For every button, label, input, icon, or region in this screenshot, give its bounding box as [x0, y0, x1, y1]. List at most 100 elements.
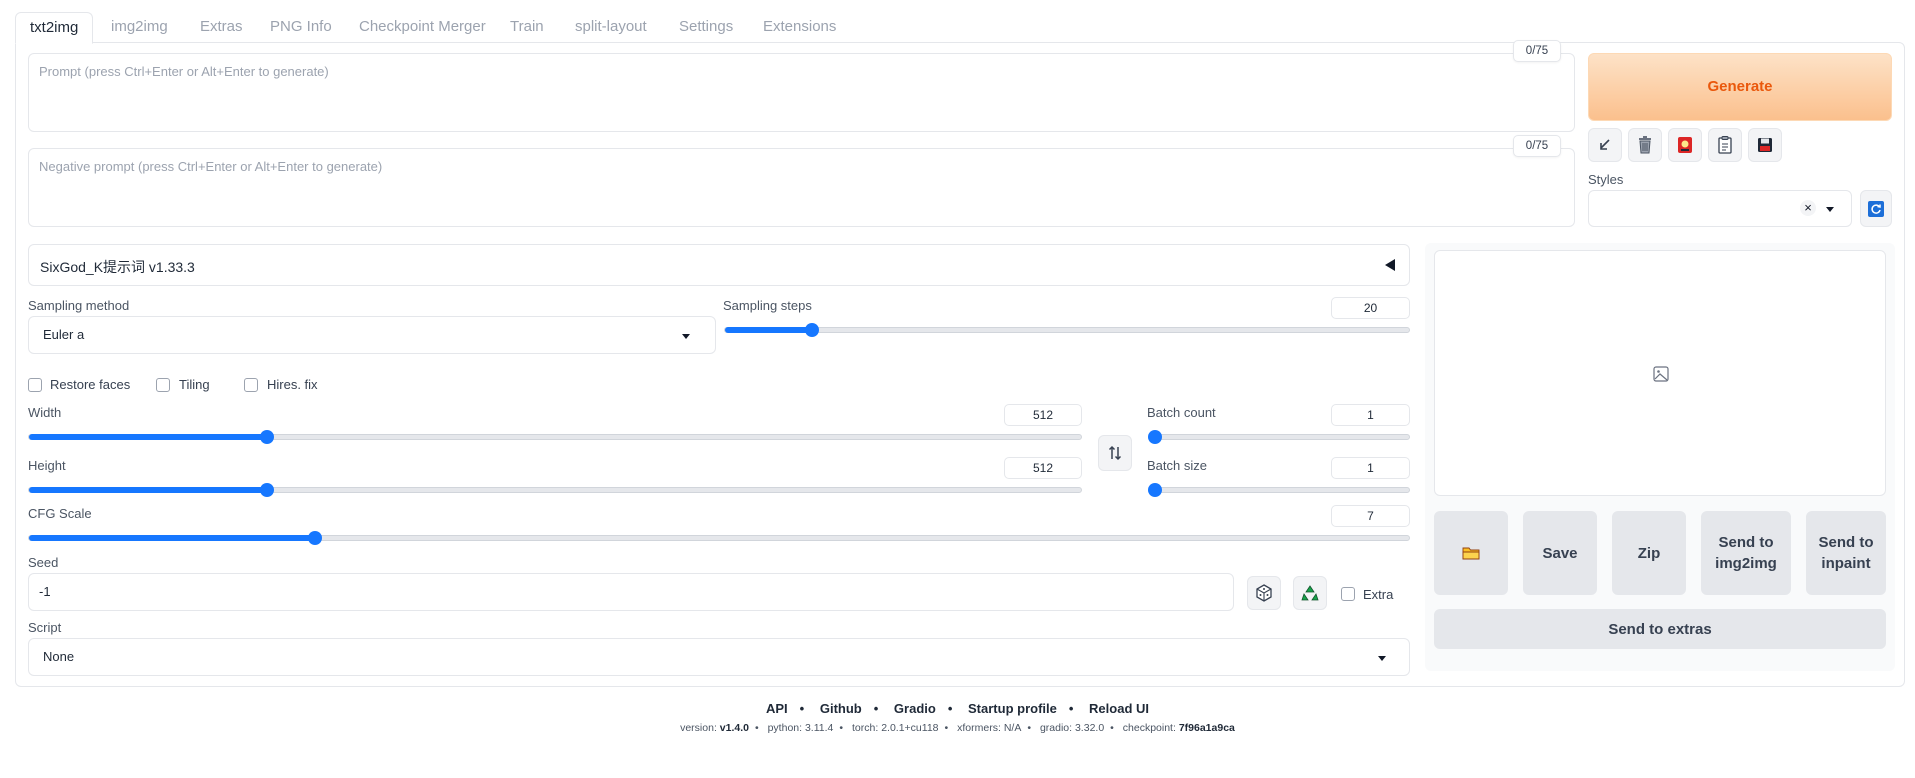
chevron-down-icon [1826, 207, 1834, 212]
dice-icon [1256, 584, 1272, 602]
negative-prompt-token-counter: 0/75 [1513, 135, 1561, 157]
random-seed-button[interactable] [1247, 576, 1281, 610]
sampling-steps-input[interactable]: 20 [1331, 297, 1410, 319]
seed-value: -1 [39, 584, 51, 599]
version-value: v1.4.0 [719, 722, 749, 734]
collapse-arrow-icon [1385, 259, 1395, 271]
tab-extensions[interactable]: Extensions [749, 12, 850, 44]
tab-extras[interactable]: Extras [186, 12, 257, 44]
swap-dimensions-button[interactable] [1098, 435, 1132, 471]
read-params-button[interactable] [1588, 128, 1622, 162]
batch-size-label: Batch size [1147, 458, 1207, 473]
slider-fill [29, 535, 315, 541]
send-to-inpaint-button[interactable]: Send to inpaint [1806, 511, 1886, 595]
prompt-token-counter: 0/75 [1513, 40, 1561, 62]
height-slider[interactable] [28, 483, 1082, 497]
version-label: version: [680, 722, 717, 734]
save-style-button[interactable] [1748, 128, 1782, 162]
cfg-scale-input[interactable]: 7 [1331, 505, 1410, 527]
styles-dropdown[interactable]: × [1588, 190, 1852, 227]
cfg-scale-label: CFG Scale [28, 506, 92, 521]
hires-fix-checkbox[interactable] [244, 378, 258, 392]
xformers-label: xformers: [957, 722, 1001, 734]
sampling-method-dropdown[interactable]: Euler a [28, 316, 716, 354]
checkpoint-value: 7f96a1a9ca [1178, 722, 1235, 734]
extra-seed-label: Extra [1363, 587, 1394, 602]
sampling-method-value: Euler a [43, 327, 85, 342]
slider-thumb[interactable] [307, 531, 322, 545]
swap-arrows-icon [1108, 445, 1122, 461]
image-placeholder-icon [1653, 366, 1669, 382]
trash-icon [1639, 136, 1651, 154]
tab-img2img[interactable]: img2img [97, 12, 182, 44]
footer-link-startup-profile[interactable]: Startup profile [968, 701, 1057, 716]
clipboard-icon [1718, 136, 1732, 154]
zip-button[interactable]: Zip [1612, 511, 1686, 595]
folder-icon [1462, 547, 1480, 560]
slider-thumb[interactable] [1148, 483, 1162, 497]
xformers-value: N/A [1003, 722, 1022, 734]
output-gallery [1434, 250, 1886, 496]
extra-seed-checkbox[interactable] [1341, 587, 1355, 601]
footer-link-github[interactable]: Github [820, 701, 862, 716]
footer-link-api[interactable]: API [766, 701, 788, 716]
slider-thumb[interactable] [1148, 430, 1162, 444]
extra-networks-button[interactable] [1668, 128, 1702, 162]
clear-prompt-button[interactable] [1628, 128, 1662, 162]
batch-count-input[interactable]: 1 [1331, 404, 1410, 426]
tab-checkpoint-merger[interactable]: Checkpoint Merger [345, 12, 500, 44]
negative-prompt-textarea[interactable]: Negative prompt (press Ctrl+Enter or Alt… [28, 148, 1575, 227]
sixgod-accordion[interactable]: SixGod_K提示词 v1.33.3 [28, 244, 1410, 286]
footer-links: API • Github • Gradio • Startup profile • Re… [765, 701, 1150, 716]
clear-styles-icon[interactable]: × [1800, 200, 1816, 216]
cfg-scale-slider[interactable] [28, 531, 1410, 545]
footer-versions: version: v1.4.0 • python: 3.11.4 • torch: … [680, 722, 1235, 734]
sampling-steps-slider[interactable] [724, 323, 1410, 337]
footer-link-gradio[interactable]: Gradio [894, 701, 936, 716]
height-label: Height [28, 458, 66, 473]
seed-input[interactable]: -1 [28, 573, 1234, 611]
refresh-styles-button[interactable] [1860, 190, 1892, 227]
slider-fill [725, 327, 813, 333]
checkpoint-label: checkpoint: [1122, 722, 1176, 734]
refresh-icon [1868, 200, 1884, 217]
negative-prompt-placeholder: Negative prompt (press Ctrl+Enter or Alt… [39, 159, 383, 174]
prompt-textarea[interactable]: Prompt (press Ctrl+Enter or Alt+Enter to… [28, 53, 1575, 132]
gradio-label: gradio: [1039, 722, 1073, 734]
tab-settings[interactable]: Settings [665, 12, 747, 44]
tab-txt2img[interactable]: txt2img [15, 12, 94, 44]
batch-size-slider[interactable] [1148, 483, 1410, 497]
python-value: 3.11.4 [804, 722, 834, 734]
generate-button[interactable]: Generate [1588, 53, 1892, 121]
apply-styles-button[interactable] [1708, 128, 1742, 162]
batch-size-input[interactable]: 1 [1331, 457, 1410, 479]
open-folder-button[interactable] [1434, 511, 1508, 595]
batch-count-slider[interactable] [1148, 430, 1410, 444]
height-input[interactable]: 512 [1004, 457, 1082, 479]
slider-thumb[interactable] [259, 483, 274, 497]
accordion-title: SixGod_K提示词 v1.33.3 [40, 259, 195, 275]
send-to-extras-button[interactable]: Send to extras [1434, 609, 1886, 649]
arrow-down-left-icon [1600, 139, 1610, 150]
tab-png-info[interactable]: PNG Info [256, 12, 346, 44]
slider-fill [29, 487, 267, 493]
save-button[interactable]: Save [1523, 511, 1597, 595]
tab-train[interactable]: Train [496, 12, 558, 44]
restore-faces-checkbox[interactable] [28, 378, 42, 392]
red-card-icon [1678, 137, 1692, 153]
width-input[interactable]: 512 [1004, 404, 1082, 426]
tiling-label: Tiling [179, 377, 210, 392]
tiling-checkbox[interactable] [156, 378, 170, 392]
script-dropdown[interactable]: None [28, 638, 1410, 676]
script-label: Script [28, 620, 62, 635]
torch-label: torch: [852, 722, 879, 734]
tab-split-layout[interactable]: split-layout [561, 12, 661, 44]
width-slider[interactable] [28, 430, 1082, 444]
recycle-icon [1301, 585, 1319, 601]
footer-link-reload-ui[interactable]: Reload UI [1089, 701, 1149, 716]
reuse-seed-button[interactable] [1293, 576, 1327, 610]
slider-fill [29, 434, 267, 440]
python-label: python: [767, 722, 803, 734]
send-to-img2img-button[interactable]: Send to img2img [1701, 511, 1791, 595]
slider-thumb[interactable] [259, 430, 274, 444]
